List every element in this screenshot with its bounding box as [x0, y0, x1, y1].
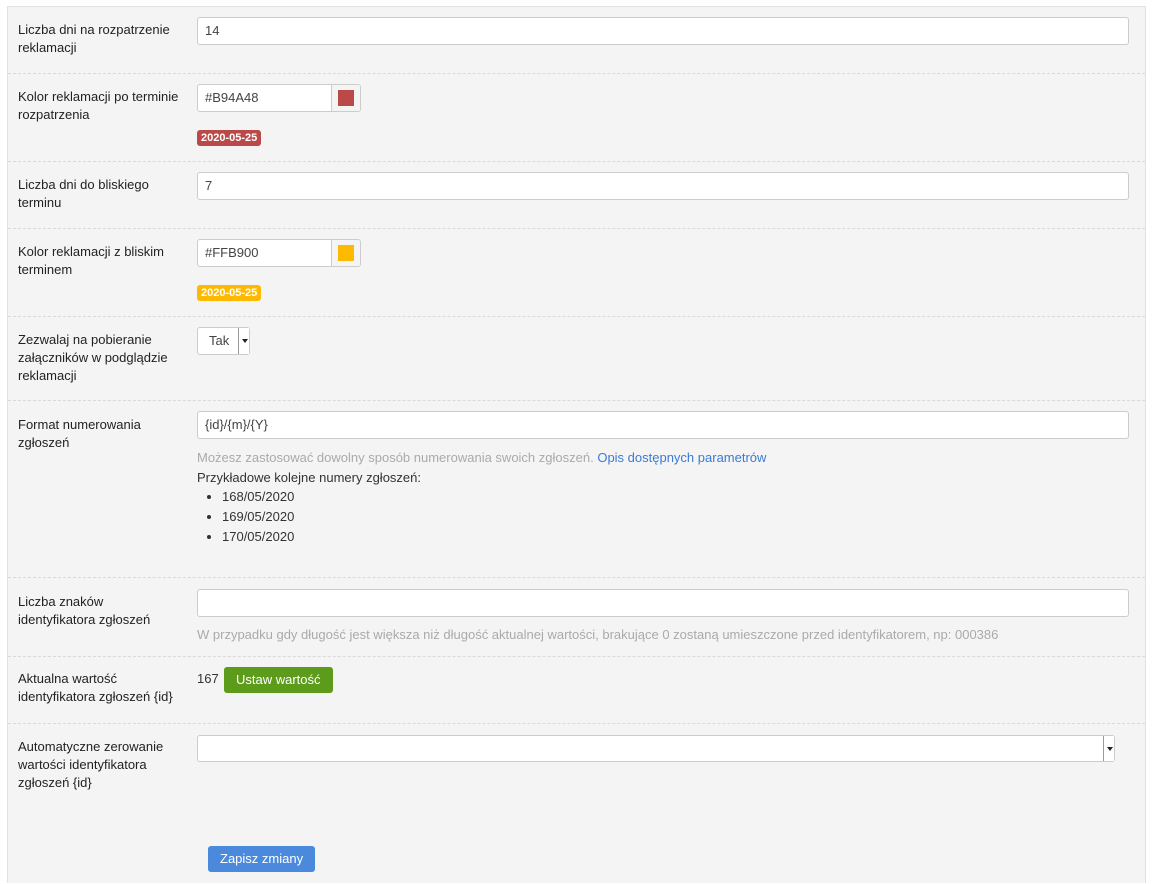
near-deadline-color-picker[interactable]	[331, 240, 360, 266]
overdue-preview-badge: 2020-05-25	[197, 130, 262, 146]
label-days-to-resolve: Liczba dni na rozpatrzenie reklamacji	[18, 22, 170, 55]
label-current-id: Aktualna wartość identyfikatora zgłoszeń…	[18, 671, 173, 704]
list-item: 170/05/2020	[222, 527, 294, 547]
label-days-to-deadline: Liczba dni do bliskiego terminu	[18, 177, 149, 210]
label-number-format: Format numerowania zgłoszeń	[18, 417, 141, 450]
days-to-deadline-input[interactable]: 7	[197, 172, 1129, 200]
near-deadline-preview-badge: 2020-05-25	[197, 285, 262, 301]
current-id-value: 167	[197, 671, 219, 686]
chevron-down-icon	[238, 328, 249, 354]
label-allow-attachments: Zezwalaj na pobieranie załączników w pod…	[18, 332, 168, 383]
row-allow-attachments: Zezwalaj na pobieranie załączników w pod…	[8, 317, 1145, 401]
label-overdue-color: Kolor reklamacji po terminie rozpatrzeni…	[18, 89, 179, 122]
row-id-length: Liczba znaków identyfikatora zgłoszeń W …	[8, 578, 1145, 657]
chevron-down-icon	[1103, 736, 1114, 761]
near-deadline-color-input[interactable]: #FFB900	[197, 239, 361, 267]
id-length-input[interactable]	[197, 589, 1129, 617]
label-auto-reset: Automatyczne zerowanie wartości identyfi…	[18, 739, 164, 790]
number-format-help: Możesz zastosować dowolny sposób numerow…	[197, 449, 766, 467]
examples-title: Przykładowe kolejne numery zgłoszeń:	[197, 470, 421, 485]
examples-list: 168/05/2020 169/05/2020 170/05/2020	[197, 487, 294, 547]
set-value-button[interactable]: Ustaw wartość	[224, 667, 333, 693]
list-item: 169/05/2020	[222, 507, 294, 527]
row-current-id: Aktualna wartość identyfikatora zgłoszeń…	[8, 657, 1145, 724]
overdue-color-value: #B94A48	[205, 90, 259, 105]
auto-reset-select[interactable]	[197, 735, 1115, 762]
row-overdue-color: Kolor reklamacji po terminie rozpatrzeni…	[8, 74, 1145, 162]
overdue-color-swatch	[338, 90, 354, 106]
row-number-format: Format numerowania zgłoszeń {id}/{m}/{Y}…	[8, 401, 1145, 578]
near-deadline-color-value: #FFB900	[205, 245, 259, 260]
id-length-help: W przypadku gdy długość jest większa niż…	[197, 627, 999, 642]
row-days-to-resolve: Liczba dni na rozpatrzenie reklamacji 14	[8, 7, 1145, 74]
row-auto-reset: Automatyczne zerowanie wartości identyfi…	[8, 724, 1145, 884]
label-near-deadline-color: Kolor reklamacji z bliskim terminem	[18, 244, 164, 277]
allow-attachments-value: Tak	[209, 333, 230, 348]
row-near-deadline-color: Kolor reklamacji z bliskim terminem #FFB…	[8, 229, 1145, 317]
list-item: 168/05/2020	[222, 487, 294, 507]
number-format-help-text: Możesz zastosować dowolny sposób numerow…	[197, 450, 594, 465]
days-to-resolve-input[interactable]: 14	[197, 17, 1129, 45]
settings-panel: Liczba dni na rozpatrzenie reklamacji 14…	[7, 6, 1146, 883]
row-days-to-deadline: Liczba dni do bliskiego terminu 7	[8, 162, 1145, 229]
overdue-color-input[interactable]: #B94A48	[197, 84, 361, 112]
allow-attachments-select[interactable]: Tak	[197, 327, 250, 355]
parameters-description-link[interactable]: Opis dostępnych parametrów	[597, 450, 766, 465]
near-deadline-color-swatch	[338, 245, 354, 261]
save-button[interactable]: Zapisz zmiany	[208, 846, 316, 872]
number-format-input[interactable]: {id}/{m}/{Y}	[197, 411, 1129, 439]
overdue-color-picker[interactable]	[331, 85, 360, 111]
label-id-length: Liczba znaków identyfikatora zgłoszeń	[18, 594, 151, 627]
